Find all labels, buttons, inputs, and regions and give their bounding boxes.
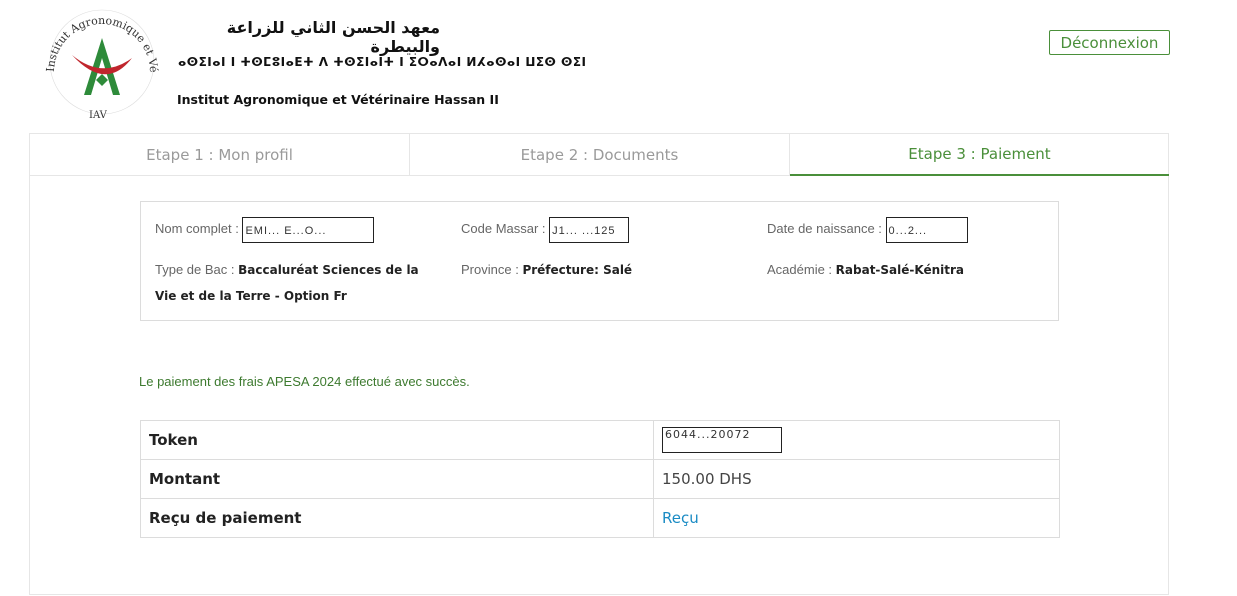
tab-step-3-payment[interactable]: Etape 3 : Paiement: [790, 134, 1169, 176]
academie-value: Rabat-Salé-Kénitra: [835, 263, 965, 277]
table-row: Token 6044...20072: [140, 420, 1060, 460]
academie-label: Académie :: [767, 262, 833, 277]
iav-logo: Institut Agronomique et Vétérinaire Hass…: [31, 0, 166, 124]
token-value: 6044...20072: [662, 427, 782, 453]
table-row: Reçu de paiement Reçu: [140, 498, 1060, 538]
code-massar-value: J1... ...125: [549, 216, 630, 243]
tab-step-2-documents[interactable]: Etape 2 : Documents: [410, 134, 790, 175]
province-label: Province :: [461, 262, 519, 277]
province-value: Préfecture: Salé: [522, 263, 633, 277]
institute-name-arabic: معهد الحسن الثاني للزراعة والبيطرة: [226, 18, 440, 56]
payment-details-table: Token 6044...20072 Montant 150.00 DHS Re…: [140, 420, 1060, 538]
payment-success-message: Le paiement des frais APESA 2024 effectu…: [139, 374, 470, 389]
profile-summary: Nom complet : EMI... E...O... Code Massa…: [140, 201, 1059, 321]
logo-iav-text: IAV: [89, 110, 108, 121]
logout-button[interactable]: Déconnexion: [1049, 30, 1170, 55]
birth-date-value: 0...2...: [885, 216, 968, 243]
bac-type-label: Type de Bac :: [155, 262, 235, 277]
full-name-label: Nom complet :: [155, 221, 239, 236]
institute-name-tifinagh: ⴰⵙⵉⵏⴰⵏ ⵏ ⵜⵙⵎⵓⵏⴰⴹⵜ ⴷ ⵜⵙⵉⵏⴰⵏⵜ ⵏ ⵉⵔⴰⴷⴰⵏ ⵍⵃⴰ…: [178, 55, 587, 69]
receipt-cell: Reçu: [653, 498, 1060, 538]
field-code-massar: Code Massar : J1... ...125: [461, 216, 630, 243]
amount-label: Montant: [140, 459, 654, 499]
code-massar-label: Code Massar :: [461, 221, 546, 236]
amount-value: 150.00 DHS: [653, 459, 1060, 499]
table-row: Montant 150.00 DHS: [140, 459, 1060, 499]
receipt-link[interactable]: Reçu: [662, 509, 699, 527]
field-bac-type: Type de Bac : Baccaluréat Sciences de la…: [155, 257, 425, 309]
bac-type-value-line2: Vie et de la Terre - Option Fr: [155, 289, 347, 303]
institute-name-french: Institut Agronomique et Vétérinaire Hass…: [177, 92, 499, 107]
full-name-value: EMI... E...O...: [242, 216, 375, 243]
field-province: Province : Préfecture: Salé: [461, 257, 632, 283]
registration-panel: Etape 1 : Mon profil Etape 2 : Documents…: [29, 133, 1169, 595]
receipt-label: Reçu de paiement: [140, 498, 654, 538]
field-full-name: Nom complet : EMI... E...O...: [155, 216, 375, 243]
tab-step-1-profile[interactable]: Etape 1 : Mon profil: [30, 134, 410, 175]
token-cell: 6044...20072: [653, 420, 1060, 460]
field-birth-date: Date de naissance : 0...2...: [767, 216, 968, 243]
field-academie: Académie : Rabat-Salé-Kénitra: [767, 257, 964, 283]
token-label: Token: [140, 420, 654, 460]
birth-date-label: Date de naissance :: [767, 221, 882, 236]
bac-type-value-line1: Baccaluréat Sciences de la: [238, 263, 419, 277]
step-tabs: Etape 1 : Mon profil Etape 2 : Documents…: [30, 134, 1169, 176]
